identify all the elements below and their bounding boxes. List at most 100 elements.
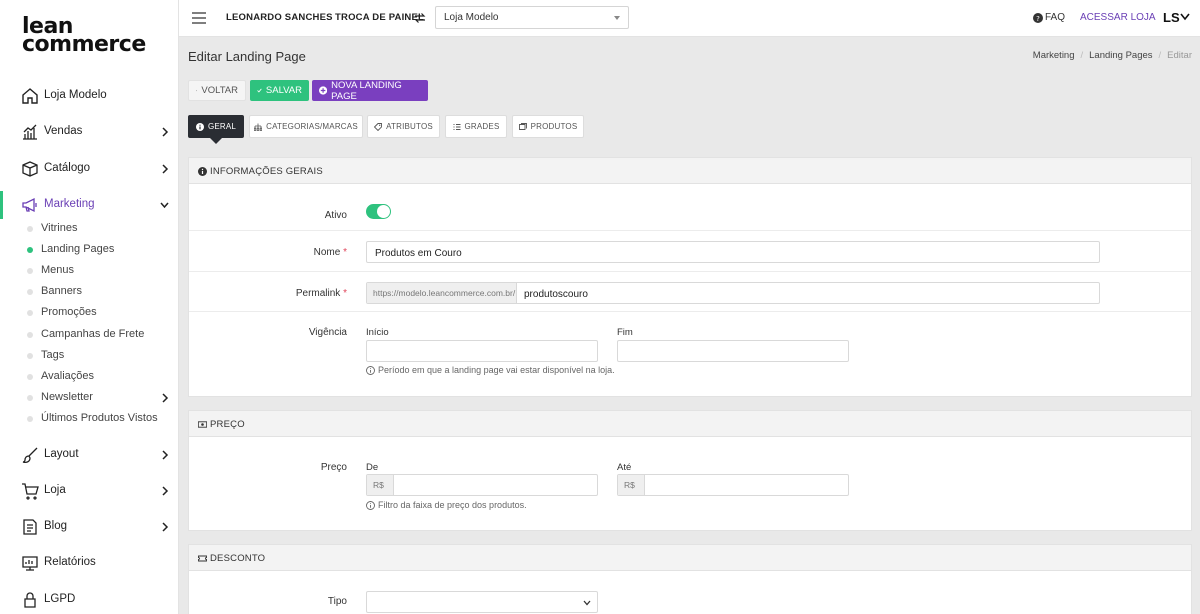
permalink-input[interactable]: https://modelo.leancommerce.com.br/ prod… [366, 282, 1100, 304]
start-label: Início [366, 327, 389, 338]
breadcrumb-separator: / [1080, 50, 1084, 61]
save-button-label: SALVAR [265, 85, 302, 96]
chevron-right-icon [162, 486, 169, 496]
sidebar-item-label: Loja [44, 484, 66, 496]
subitem-label: Menus [41, 264, 75, 276]
chevron-down-icon[interactable] [1180, 13, 1190, 21]
end-date-input[interactable] [617, 340, 849, 362]
sidebar-subitem-promocoes[interactable]: Promoções [0, 304, 179, 322]
sidebar: lean commerce Loja Modelo Vendas Catálog… [0, 0, 179, 614]
name-label: Nome * [313, 247, 347, 258]
store-select[interactable]: Loja Modelo [435, 6, 629, 29]
sitemap-icon [254, 123, 263, 131]
start-date-input[interactable] [366, 340, 598, 362]
breadcrumb-landing-pages[interactable]: Landing Pages [1089, 50, 1152, 61]
sidebar-item-loja[interactable]: Loja [0, 477, 179, 505]
price-from-input[interactable]: R$ [366, 474, 598, 496]
sidebar-subitem-ultimos-produtos[interactable]: Últimos Produtos Vistos [0, 410, 179, 428]
sidebar-item-vendas[interactable]: Vendas [0, 118, 179, 146]
currency-addon: R$ [367, 475, 394, 495]
panel-title: DESCONTO [210, 553, 266, 564]
sidebar-item-lgpd[interactable]: LGPD [0, 586, 179, 614]
swap-icon[interactable] [414, 12, 426, 24]
user-name[interactable]: LEONARDO SANCHES [226, 12, 333, 23]
sidebar-subitem-avaliacoes[interactable]: Avaliações [0, 368, 179, 386]
end-label: Fim [617, 327, 633, 338]
subitem-label: Últimos Produtos Vistos [41, 412, 158, 424]
sidebar-item-label: Layout [44, 448, 79, 460]
sidebar-subitem-newsletter[interactable]: Newsletter [0, 389, 179, 407]
price-label: Preço [320, 462, 347, 473]
faq-link[interactable]: FAQ [1045, 12, 1065, 23]
sidebar-item-layout[interactable]: Layout [0, 441, 179, 469]
tab-label: PRODUTOS [530, 122, 578, 131]
sidebar-item-blog[interactable]: Blog [0, 513, 179, 541]
sidebar-item-label: Loja Modelo [44, 89, 107, 101]
general-info-panel: INFORMAÇÕES GERAIS Ativo Nome * Produtos… [188, 157, 1192, 397]
chevron-down-icon [583, 600, 591, 606]
subitem-label: Banners [41, 285, 82, 297]
price-to-input[interactable]: R$ [617, 474, 849, 496]
bullet-dot [27, 374, 33, 380]
bullet-dot [27, 226, 33, 232]
svg-text:?: ? [1036, 15, 1040, 23]
required-asterisk: * [343, 288, 347, 299]
panel-header: INFORMAÇÕES GERAIS [189, 158, 1191, 184]
subitem-label: Vitrines [41, 222, 78, 234]
megaphone-icon [22, 197, 37, 213]
new-landing-page-button[interactable]: NOVA LANDING PAGE [312, 80, 428, 102]
check-icon [257, 88, 262, 93]
ticket-icon [198, 555, 207, 562]
discount-type-select[interactable] [366, 591, 598, 613]
topbar: LEONARDO SANCHES TROCA DE PAINEL Loja Mo… [179, 0, 1200, 37]
sidebar-item-label: Blog [44, 520, 68, 532]
access-store-link[interactable]: ACESSAR LOJA [1080, 12, 1156, 23]
lock-icon [24, 592, 36, 608]
required-asterisk: * [343, 247, 347, 258]
user-initials[interactable]: LS [1163, 10, 1180, 25]
sidebar-item-loja-modelo[interactable]: Loja Modelo [0, 82, 179, 110]
bullet-dot [27, 332, 33, 338]
permalink-input-value: produtoscouro [524, 289, 588, 300]
back-button[interactable]: VOLTAR [188, 80, 246, 101]
sidebar-item-catalogo[interactable]: Catálogo [0, 155, 179, 183]
breadcrumb-marketing[interactable]: Marketing [1033, 50, 1075, 61]
sidebar-item-marketing[interactable]: Marketing [0, 191, 179, 219]
price-hint-text: Filtro da faixa de preço dos produtos. [378, 500, 527, 510]
subitem-label: Avaliações [41, 370, 94, 382]
sidebar-item-label: LGPD [44, 593, 76, 605]
panel-header: PREÇO [189, 411, 1191, 437]
sidebar-subitem-campanhas-frete[interactable]: Campanhas de Frete [0, 326, 179, 344]
bullet-dot [27, 268, 33, 274]
panel-title: PREÇO [210, 419, 245, 430]
logo[interactable]: lean commerce [22, 16, 146, 56]
sidebar-subitem-tags[interactable]: Tags [0, 347, 179, 365]
active-tab-pointer [210, 138, 222, 144]
box-icon [22, 161, 38, 177]
tab-geral[interactable]: GERAL [188, 115, 244, 138]
store-select-value: Loja Modelo [444, 12, 499, 23]
save-button[interactable]: SALVAR [250, 80, 309, 101]
bullet-dot [27, 353, 33, 359]
cart-icon [22, 483, 39, 500]
tab-atributos[interactable]: ATRIBUTOS [367, 115, 440, 138]
tab-produtos[interactable]: PRODUTOS [512, 115, 584, 138]
sidebar-subitem-menus[interactable]: Menus [0, 262, 179, 280]
tab-label: GERAL [207, 122, 237, 131]
active-toggle[interactable] [366, 204, 391, 219]
discount-panel: DESCONTO Tipo [188, 544, 1192, 614]
sidebar-subitem-landing-pages[interactable]: Landing Pages [0, 241, 179, 259]
question-circle-icon[interactable]: ? [1033, 13, 1043, 23]
switch-panel-link[interactable]: TROCA DE PAINEL [335, 12, 424, 23]
sidebar-item-label: Relatórios [44, 556, 96, 568]
caret-down-icon [614, 16, 620, 20]
info-circle-icon [366, 500, 375, 510]
tab-categorias-marcas[interactable]: CATEGORIAS/MARCAS [249, 115, 363, 138]
menu-icon[interactable] [192, 12, 206, 24]
tab-grades[interactable]: GRADES [445, 115, 507, 138]
divider [189, 271, 1191, 272]
name-input[interactable]: Produtos em Couro [366, 241, 1100, 263]
sidebar-item-relatorios[interactable]: Relatórios [0, 549, 179, 577]
sidebar-subitem-vitrines[interactable]: Vitrines [0, 220, 179, 238]
sidebar-subitem-banners[interactable]: Banners [0, 283, 179, 301]
